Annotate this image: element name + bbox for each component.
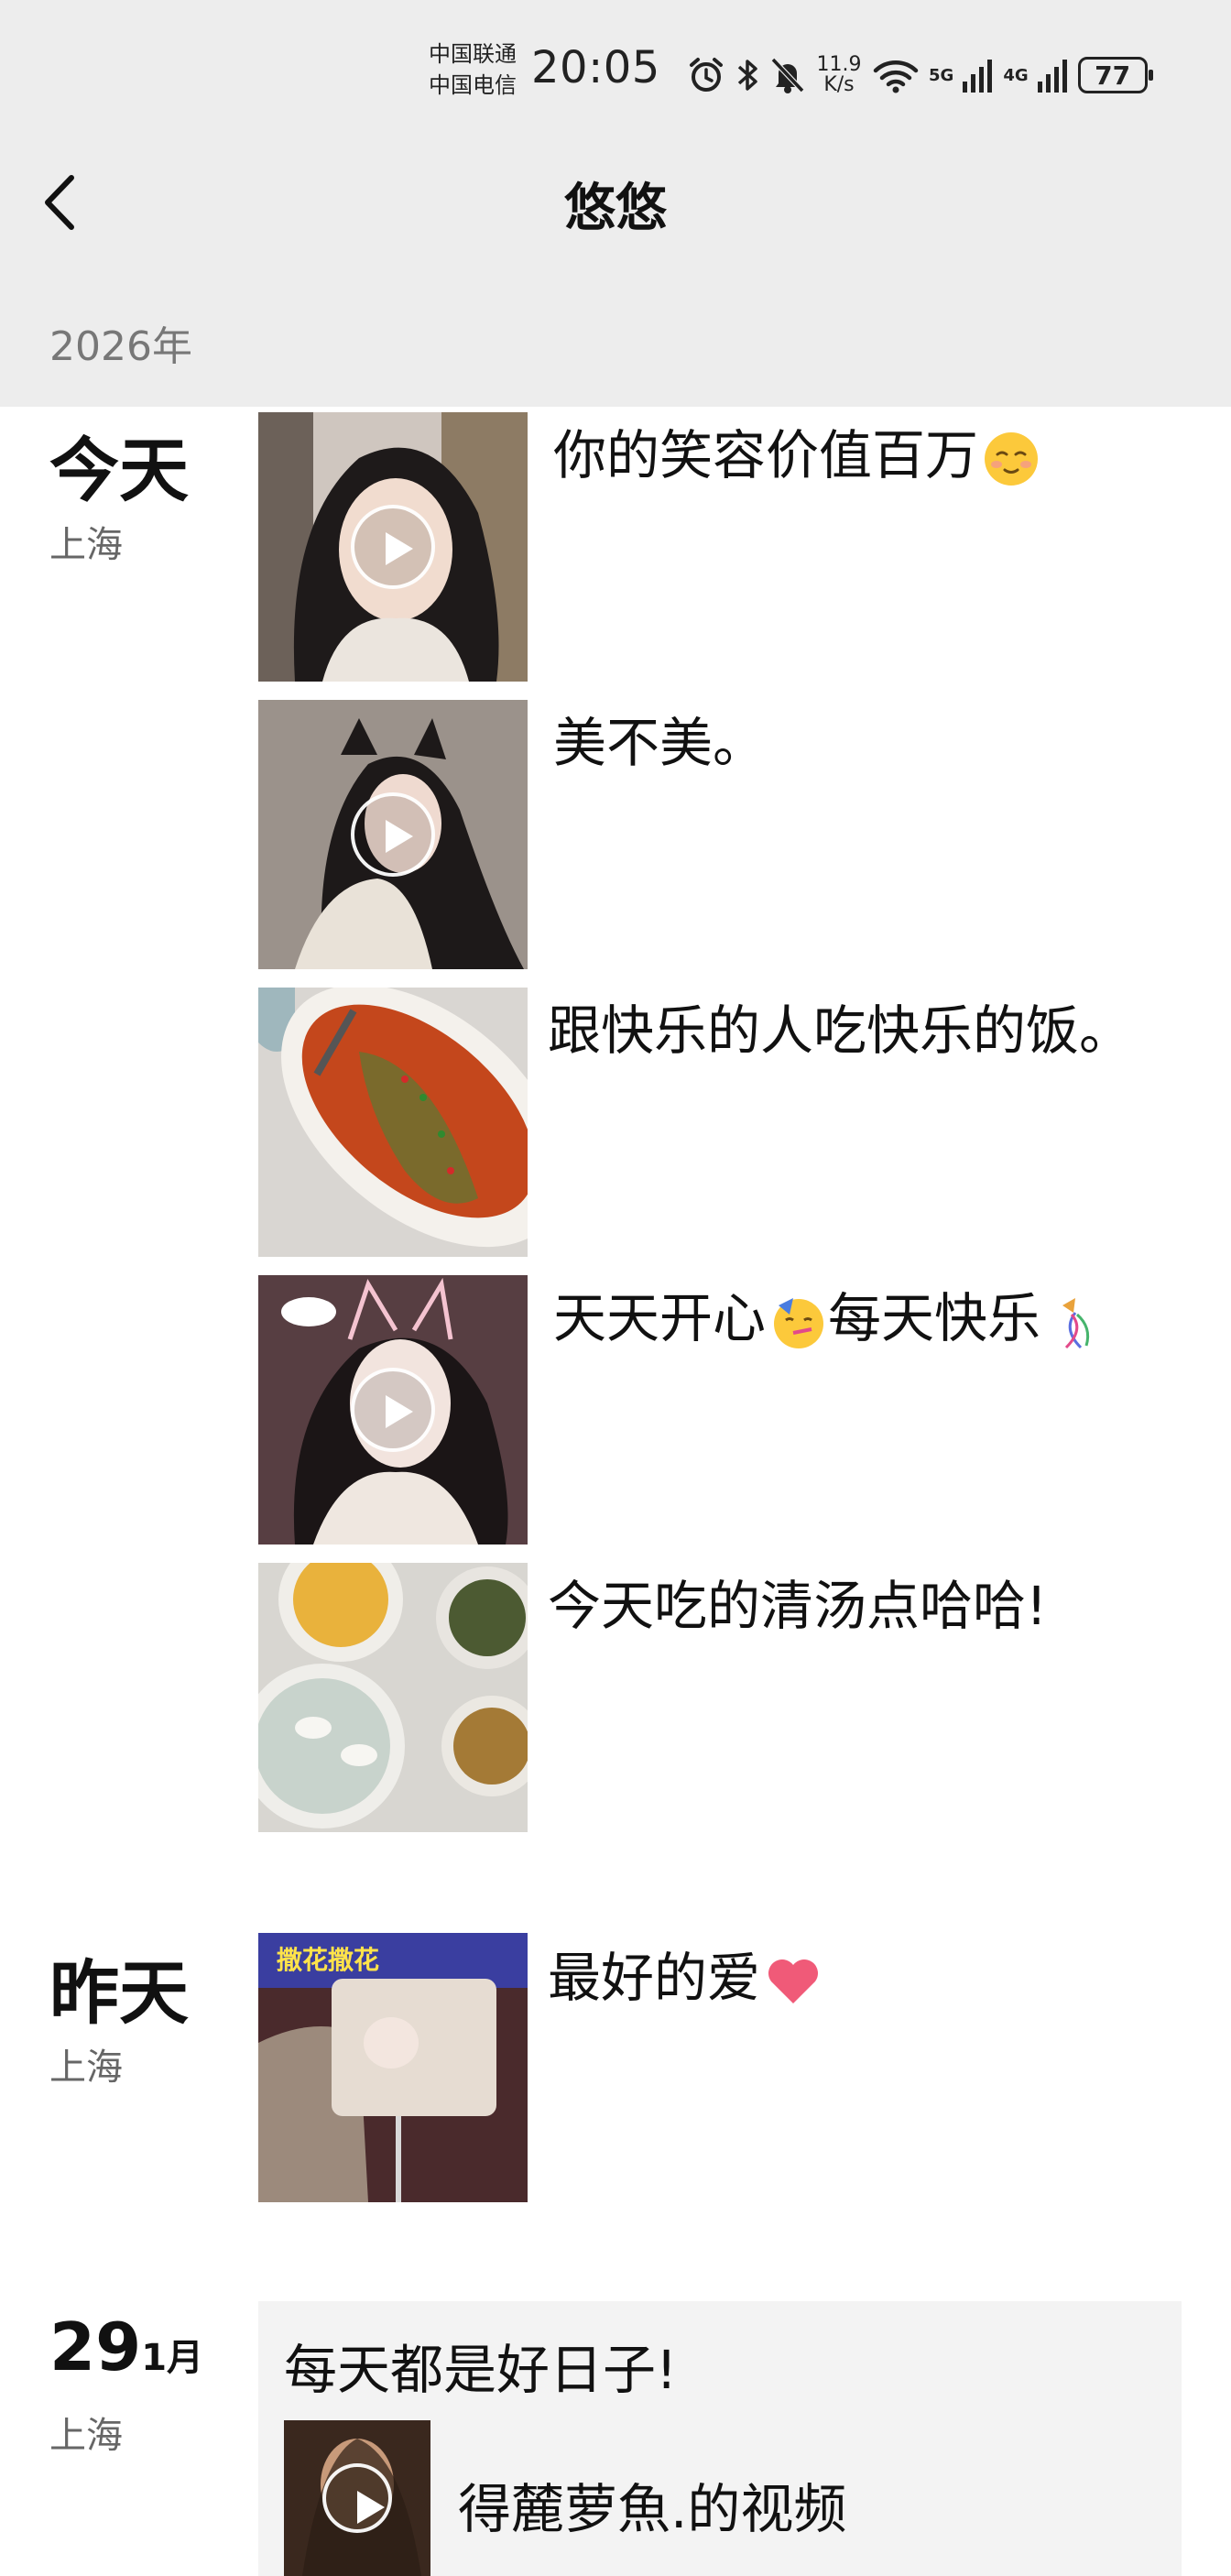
alarm-icon xyxy=(690,58,723,92)
signal-5g-label: 5G xyxy=(929,65,954,85)
header-area: 中国联通 中国电信 20:05 11.9 K/s 5G 4G 77 悠悠 202… xyxy=(0,0,1231,407)
battery-level: 77 xyxy=(1095,60,1131,91)
net-speed-unit: K/s xyxy=(823,73,855,96)
mute-bell-icon xyxy=(770,57,805,93)
thumb-overlay-text: 撒花撒花 xyxy=(277,1945,380,1975)
location-date: 上海 xyxy=(49,2415,123,2457)
post-caption-6-text: 最好的爱 xyxy=(548,1947,761,2009)
post-caption-6: 最好的爱 xyxy=(548,1935,822,2012)
heart-icon xyxy=(768,1959,819,2003)
post-caption-2: 美不美。 xyxy=(553,712,767,774)
post-thumbnail-4[interactable] xyxy=(258,1275,528,1545)
day-label-today: 今天 xyxy=(49,430,189,511)
day-label-date: 291月 xyxy=(49,2309,203,2385)
play-icon xyxy=(351,1368,435,1452)
nav-bar: 悠悠 xyxy=(0,156,1231,247)
confetti-ball-icon xyxy=(1062,1297,1090,1348)
bluetooth-icon xyxy=(737,60,757,91)
day-number: 29 xyxy=(49,2309,142,2385)
post-caption-4: 天天开心 每天快乐 xyxy=(553,1275,1103,1352)
post-thumbnail-6[interactable]: 撒花撒花 xyxy=(258,1933,528,2202)
status-icons: 11.9 K/s 5G 4G 77 xyxy=(687,48,1153,103)
page-title: 悠悠 xyxy=(564,179,667,238)
battery-icon: 77 xyxy=(1077,57,1153,93)
post-caption-4-text-b: 每天快乐 xyxy=(828,1287,1041,1349)
post-caption-3: 跟快乐的人吃快乐的饭。 xyxy=(548,999,1133,1062)
signal-bars-icon xyxy=(963,60,993,93)
status-time: 20:05 xyxy=(531,42,660,93)
play-icon xyxy=(351,505,435,589)
day-month: 1月 xyxy=(141,2337,204,2379)
signal-bars-icon-2 xyxy=(1037,60,1067,93)
play-icon xyxy=(322,2463,392,2533)
signal-4g-label: 4G xyxy=(1003,65,1029,85)
status-bar: 中国联通 中国电信 20:05 11.9 K/s 5G 4G 77 xyxy=(0,27,1231,119)
post-caption-5: 今天吃的清汤点哈哈! xyxy=(548,1575,1048,1637)
card-thumbnail[interactable] xyxy=(284,2420,430,2576)
net-speed: 11.9 K/s xyxy=(815,55,863,95)
post-caption-4-text-a: 天天开心 xyxy=(553,1287,767,1349)
card-subtitle: 得麓萝魚.的视频 xyxy=(458,2478,847,2540)
post-caption-1-text: 你的笑容价值百万 xyxy=(553,424,979,486)
shared-post-card[interactable]: 每天都是好日子! 得麓萝魚.的视频 xyxy=(258,2301,1182,2576)
post-thumbnail-2[interactable] xyxy=(258,700,528,969)
card-text: 每天都是好日子! xyxy=(284,2339,678,2401)
carrier-2: 中国电信 xyxy=(429,72,517,98)
post-thumbnail-1[interactable] xyxy=(258,412,528,682)
carrier-info: 中国联通 中国电信 xyxy=(429,38,517,101)
wifi-icon xyxy=(873,60,919,93)
year-label: 2026年 xyxy=(49,323,192,370)
post-thumbnail-5[interactable] xyxy=(258,1563,528,1832)
carrier-1: 中国联通 xyxy=(429,41,517,67)
smiling-face-icon xyxy=(985,431,1039,486)
location-yesterday: 上海 xyxy=(49,2047,123,2089)
net-speed-value: 11.9 xyxy=(816,53,862,76)
day-label-yesterday: 昨天 xyxy=(49,1952,189,2034)
post-thumbnail-3[interactable] xyxy=(258,988,528,1257)
post-caption-1: 你的笑容价值百万 xyxy=(553,412,1040,489)
play-icon xyxy=(351,792,435,877)
location-today: 上海 xyxy=(49,524,123,566)
party-face-icon xyxy=(774,1297,824,1348)
